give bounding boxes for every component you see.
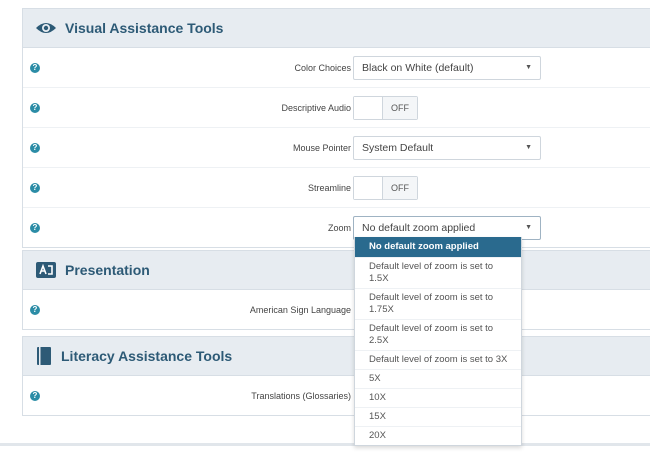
zoom-select[interactable]: No default zoom applied ▼ (353, 215, 541, 240)
streamline-toggle[interactable]: OFF (353, 175, 418, 200)
caret-down-icon: ▼ (525, 63, 532, 71)
presentation-header[interactable]: Presentation (23, 251, 650, 290)
descriptive-audio-state: OFF (383, 96, 417, 119)
zoom-option[interactable]: Default level of zoom is set to 2.5X (355, 320, 521, 351)
color-choices-row: ? Color Choices Black on White (default)… (23, 48, 650, 88)
mouse-pointer-value: System Default (362, 141, 434, 154)
zoom-option[interactable]: 15X (355, 408, 521, 427)
book-icon (37, 347, 51, 365)
zoom-label: Zoom (327, 222, 351, 233)
asl-row: ? American Sign Language (23, 290, 650, 329)
zoom-option[interactable]: 5X (355, 370, 521, 389)
color-choices-label: Color Choices (294, 62, 351, 73)
accessibility-settings-page: Visual Assistance Tools ? Color Choices … (0, 0, 650, 461)
mouse-pointer-select[interactable]: System Default ▼ (353, 135, 541, 160)
visual-assistance-title: Visual Assistance Tools (65, 20, 224, 36)
presentation-panel: Presentation ? American Sign Language (22, 250, 650, 330)
caret-down-icon: ▼ (525, 223, 532, 231)
zoom-dropdown-list[interactable]: No default zoom applied Default level of… (354, 237, 522, 446)
sign-language-icon (36, 262, 56, 278)
visual-assistance-panel: Visual Assistance Tools ? Color Choices … (22, 8, 650, 248)
translations-row: ? Translations (Glossaries) (23, 376, 650, 415)
mouse-pointer-label: Mouse Pointer (292, 142, 351, 153)
eye-icon (36, 23, 56, 33)
zoom-option[interactable]: 10X (355, 389, 521, 408)
help-icon[interactable]: ? (30, 390, 40, 401)
color-choices-select[interactable]: Black on White (default) ▼ (353, 55, 541, 80)
help-icon[interactable]: ? (30, 182, 40, 193)
streamline-label: Streamline (307, 182, 351, 193)
literacy-assistance-title: Literacy Assistance Tools (61, 348, 233, 364)
toggle-knob (354, 96, 383, 119)
zoom-option[interactable]: No default zoom applied (355, 237, 521, 258)
help-icon[interactable]: ? (30, 304, 40, 315)
help-icon[interactable]: ? (30, 102, 40, 113)
mouse-pointer-row: ? Mouse Pointer System Default ▼ (23, 128, 650, 168)
translations-label: Translations (Glossaries) (251, 390, 351, 401)
help-icon[interactable]: ? (30, 142, 40, 153)
zoom-option[interactable]: Default level of zoom is set to 1.75X (355, 289, 521, 320)
zoom-option[interactable]: Default level of zoom is set to 3X (355, 351, 521, 370)
descriptive-audio-label: Descriptive Audio (281, 102, 351, 113)
literacy-assistance-header[interactable]: Literacy Assistance Tools (23, 337, 650, 376)
literacy-assistance-panel: Literacy Assistance Tools ? Translations… (22, 336, 650, 416)
streamline-state: OFF (383, 176, 417, 199)
asl-label: American Sign Language (249, 304, 351, 315)
help-icon[interactable]: ? (30, 222, 40, 233)
caret-down-icon: ▼ (525, 143, 532, 151)
visual-assistance-header[interactable]: Visual Assistance Tools (23, 9, 650, 48)
presentation-title: Presentation (65, 262, 150, 278)
zoom-option[interactable]: Default level of zoom is set to 1.5X (355, 258, 521, 289)
descriptive-audio-toggle[interactable]: OFF (353, 95, 418, 120)
footer-divider (0, 443, 650, 446)
help-icon[interactable]: ? (30, 62, 40, 73)
toggle-knob (354, 176, 383, 199)
color-choices-value: Black on White (default) (362, 61, 474, 74)
zoom-value: No default zoom applied (362, 221, 476, 234)
zoom-row: ? Zoom No default zoom applied ▼ (23, 208, 650, 247)
streamline-row: ? Streamline OFF (23, 168, 650, 208)
descriptive-audio-row: ? Descriptive Audio OFF (23, 88, 650, 128)
zoom-option[interactable]: 20X (355, 427, 521, 445)
